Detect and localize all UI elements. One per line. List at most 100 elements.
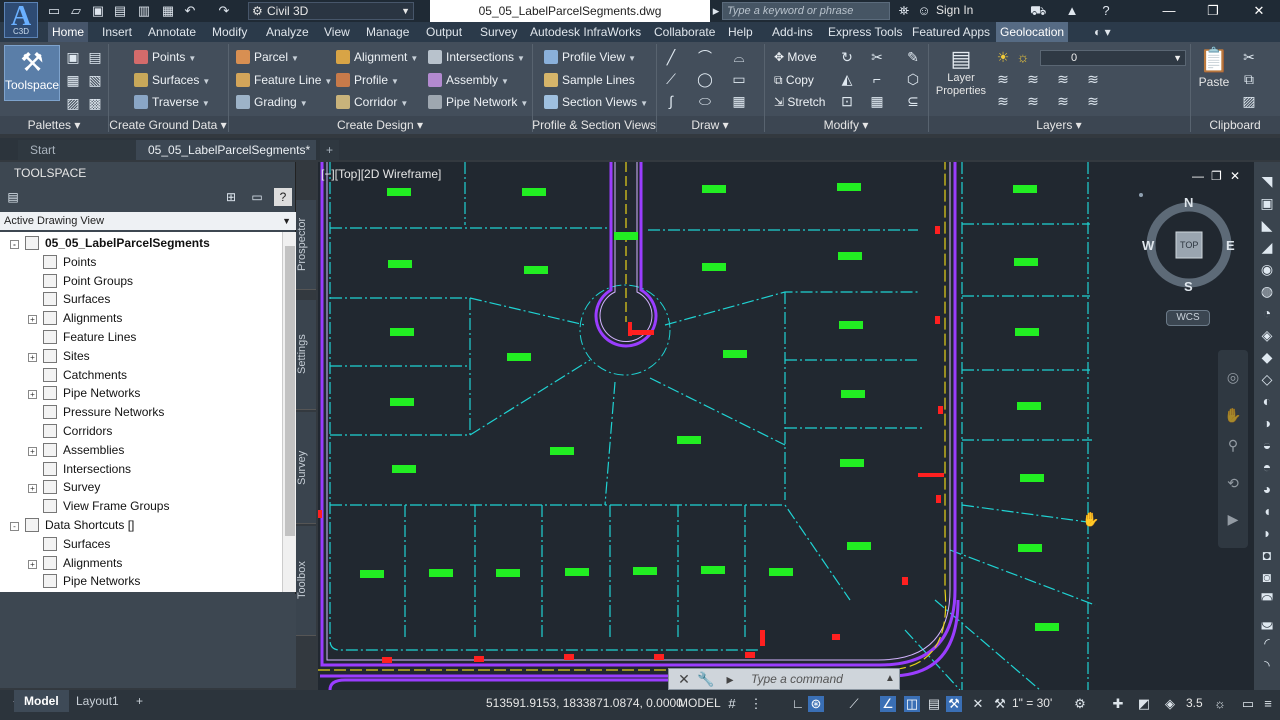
expand-toggle-icon[interactable]: - [10, 522, 19, 531]
tool-icon[interactable]: ◉ [1258, 260, 1276, 278]
tool-icon[interactable]: ◛ [1258, 612, 1276, 630]
tab-active-drawing[interactable]: 05_05_LabelParcelSegments* [136, 140, 316, 160]
tree-item[interactable]: View Frame Groups [28, 497, 169, 516]
units-icon[interactable]: ◩ [1136, 696, 1152, 712]
tool-icon[interactable]: ◍ [1258, 282, 1276, 300]
layer-tool-icon[interactable]: ≋ [1024, 92, 1042, 110]
tab-model[interactable]: Model [14, 690, 69, 712]
item-view-icon[interactable]: ▭ [248, 188, 266, 206]
line-icon[interactable]: ╱ [662, 48, 680, 66]
steering-wheel-icon[interactable]: ◎ [1224, 368, 1242, 386]
orbit-icon[interactable]: ⟲ [1224, 474, 1242, 492]
annotation-monitor-icon[interactable]: ✚ [1110, 696, 1126, 712]
layer-select[interactable]: 0 ▼ [1040, 50, 1186, 66]
compass-south[interactable]: S [1184, 279, 1193, 294]
undo-icon[interactable]: ↶ [182, 3, 198, 19]
tab-survey-side[interactable]: Survey [296, 412, 316, 524]
tree-item[interactable]: Catchments [28, 366, 127, 385]
tree-item[interactable]: - Data Shortcuts [] [10, 516, 134, 535]
dropdown-icon[interactable]: ▤ [4, 188, 22, 206]
profile-view-button[interactable]: Profile View ▼ [544, 47, 636, 67]
tool-icon[interactable]: ◝ [1258, 656, 1276, 674]
panel-draw[interactable]: Draw ▾ [656, 116, 764, 134]
layer-tool-icon[interactable]: ≋ [1084, 70, 1102, 88]
match-icon[interactable]: ▨ [1240, 92, 1258, 110]
redo-icon[interactable]: ↷ [216, 3, 232, 19]
expand-toggle-icon[interactable]: + [28, 390, 37, 400]
points-button[interactable]: Points ▼ [134, 47, 196, 67]
tab-manage[interactable]: Manage [362, 22, 413, 42]
hatch-icon[interactable]: ▦ [730, 92, 748, 110]
freeze-icon[interactable]: ☼ [1014, 48, 1032, 66]
tab-settings-side[interactable]: Settings [296, 300, 316, 410]
open-folder-icon[interactable]: ▱ [68, 3, 84, 19]
tool-icon[interactable]: ◑ [1258, 414, 1276, 432]
workspace-gear-icon[interactable]: ⚙ [1072, 696, 1088, 712]
grid-icon[interactable]: # [724, 696, 740, 712]
open-file-icon[interactable]: ▦ [160, 3, 176, 19]
layer-properties-button[interactable]: ▤ Layer Properties [934, 46, 988, 98]
layer-tool-icon[interactable]: ≋ [1084, 92, 1102, 110]
tab-home[interactable]: Home [48, 22, 89, 42]
new-file-icon[interactable]: ▭ [46, 3, 62, 19]
tree-item[interactable]: Intersections [28, 460, 131, 479]
annotation-scale[interactable]: 1" = 30' [1012, 696, 1052, 710]
snap-icon[interactable]: ⋮ [748, 696, 764, 712]
feature-line-button[interactable]: Feature Line ▼ [236, 70, 332, 90]
save-icon[interactable]: ▣ [90, 3, 106, 19]
spline-icon[interactable]: ∫ [662, 92, 680, 110]
bulb-icon[interactable]: ☀ [994, 48, 1012, 66]
view-select[interactable]: Active Drawing View ▼ [0, 212, 296, 230]
traverse-button[interactable]: Traverse ▼ [134, 92, 210, 112]
polyline-icon[interactable]: ⌒ [696, 48, 714, 66]
sample-lines-button[interactable]: Sample Lines [544, 70, 635, 90]
binoculars-icon[interactable]: ⛯ [896, 3, 912, 19]
a360-icon[interactable]: ▲ [1064, 3, 1080, 19]
expand-toggle-icon[interactable]: - [10, 240, 19, 249]
corridor-button[interactable]: Corridor ▼ [336, 92, 408, 112]
tree-view-icon[interactable]: ⊞ [222, 188, 240, 206]
tree-item[interactable]: + Sites [28, 347, 90, 366]
tool-icon[interactable]: ◖ [1258, 502, 1276, 520]
tab-prospector[interactable]: Prospector [296, 200, 316, 290]
scrollbar-thumb[interactable] [285, 246, 295, 536]
erase-icon[interactable]: ✎ [904, 48, 922, 66]
scale-icon[interactable]: ⊡ [838, 92, 856, 110]
viewport-restore-icon[interactable]: ❐ [1211, 169, 1222, 183]
chevron-up-icon[interactable]: ▲ [881, 670, 899, 688]
isolate-objects-icon[interactable]: ☼ [1212, 696, 1228, 712]
construction-line-icon[interactable]: ⟋ [662, 70, 680, 88]
clean-screen-icon[interactable]: ▭ [1240, 696, 1256, 712]
viewport-close-icon[interactable]: ✕ [1230, 169, 1240, 183]
tab-featured-apps[interactable]: Featured Apps [908, 22, 994, 42]
tree-item[interactable]: Point Groups [28, 272, 133, 291]
copy-clip-icon[interactable]: ⧉ [1240, 70, 1258, 88]
tab-start[interactable]: Start [18, 140, 136, 160]
viewcube[interactable]: N S E W TOP [1140, 195, 1240, 305]
panel-profile-section[interactable]: Profile & Section Views [532, 116, 656, 134]
sign-in-link[interactable]: Sign In [936, 3, 973, 17]
tab-infraworks[interactable]: Autodesk InfraWorks [526, 22, 645, 42]
layer-tool-icon[interactable]: ≋ [1054, 92, 1072, 110]
cart-icon[interactable]: ⛟ [1030, 3, 1046, 19]
search-input[interactable]: Type a keyword or phrase [722, 2, 890, 20]
viewport-minimize-icon[interactable]: — [1192, 169, 1204, 183]
expand-toggle-icon[interactable]: + [28, 352, 37, 362]
offset-icon[interactable]: ⊆ [904, 92, 922, 110]
plot-icon[interactable]: ▥ [136, 3, 152, 19]
cut-icon[interactable]: ✂ [1240, 48, 1258, 66]
tab-modify[interactable]: Modify [208, 22, 251, 42]
panel-create-design[interactable]: Create Design ▾ [228, 116, 532, 134]
ortho-icon[interactable]: ∟ [790, 696, 806, 712]
arc-icon[interactable]: ⌓ [730, 48, 748, 66]
tool-palette-icon[interactable]: ▩ [86, 94, 104, 112]
help-icon[interactable]: ? [274, 188, 292, 206]
stretch-button[interactable]: ⇲ Stretch [774, 92, 825, 112]
pan-icon[interactable]: ✋ [1224, 406, 1242, 424]
tab-help[interactable]: Help [724, 22, 757, 42]
tool-icon[interactable]: ◐ [1258, 392, 1276, 410]
tool-icon[interactable]: ▣ [1258, 194, 1276, 212]
tab-analyze[interactable]: Analyze [262, 22, 313, 42]
tree-item[interactable]: Pressure Networks [28, 403, 164, 422]
application-menu-button[interactable]: A C3D [4, 1, 38, 38]
